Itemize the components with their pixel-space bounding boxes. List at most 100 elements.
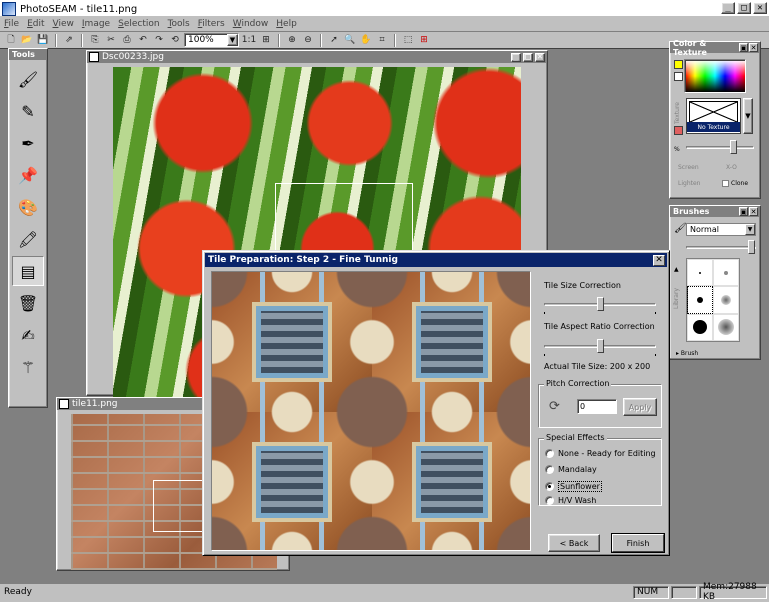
screen-option[interactable]: Screen [678,164,699,171]
fit-window-icon[interactable]: ⊞ [259,34,273,47]
background-color-swatch[interactable] [674,72,683,81]
effect-hv-wash-radio[interactable]: H/V Wash [545,496,596,505]
no-texture-cross-icon [689,101,738,123]
palette-menu-icon[interactable]: ▣ [739,207,748,216]
scan-icon[interactable]: ⇗ [62,34,76,47]
radio-dot[interactable] [545,465,554,474]
pointer-icon[interactable]: ➚ [327,34,341,47]
close-button[interactable]: ✕ [753,2,767,14]
zoom-value: 100% [188,35,214,45]
dialog-title-bar[interactable]: Tile Preparation: Step 2 - Fine Tunnig ✕ [205,253,667,267]
texture-preview[interactable]: No Texture [686,98,741,134]
cut-icon[interactable]: ✂ [104,34,118,47]
zoom-select[interactable]: 100% ▼ [184,33,239,47]
tile-size-slider-thumb[interactable] [597,297,604,311]
tools-palette-title[interactable]: Tools [9,49,47,60]
chevron-down-icon[interactable]: ▼ [743,98,753,134]
pitch-input[interactable]: 0 [577,399,617,414]
effect-none-radio[interactable]: None - Ready for Editing [545,449,656,458]
clone-checkbox[interactable]: Clone [722,180,748,187]
doc-close-button[interactable]: ✕ [535,52,545,62]
clone-stamp-icon[interactable]: ✍ [12,320,44,350]
zoom-out-icon[interactable]: ⊖ [301,34,315,47]
menu-view[interactable]: View [53,19,74,29]
paint-roller-icon[interactable]: ▤ [12,256,44,286]
apply-button[interactable]: Apply [623,398,657,416]
revert-icon[interactable]: ⟲ [168,34,182,47]
pencil-icon[interactable]: ✎ [12,96,44,126]
menu-filters[interactable]: Filters [198,19,225,29]
blend-mode-select[interactable]: Normal ▼ [686,223,756,236]
color-palette-title[interactable]: Color & Texture ▣ ✕ [670,39,760,57]
pushpin-icon[interactable]: 📌 [12,160,44,190]
menu-selection[interactable]: Selection [118,19,159,29]
magnifier-icon[interactable]: 🔍 [343,34,357,47]
undo-icon[interactable]: ↶ [136,34,150,47]
brush-tip[interactable] [687,313,713,341]
menu-file[interactable]: File [4,19,19,29]
select-frame-icon[interactable]: ⬚ [401,34,415,47]
menu-help[interactable]: Help [276,19,297,29]
copy-icon[interactable]: ⎘ [88,34,102,47]
crop-icon[interactable]: ⌗ [375,34,389,47]
airbrush-icon[interactable]: ✒ [12,128,44,158]
foreground-color-swatch[interactable] [674,60,683,69]
brush-tip[interactable] [687,286,713,314]
brush-grid[interactable] [686,258,740,342]
paint-icon[interactable]: 🖍 [12,224,44,254]
brushes-palette-title[interactable]: Brushes ▣ ✕ [670,206,760,217]
brush-tip[interactable] [713,286,739,314]
opacity-slider[interactable] [686,138,754,158]
effect-sunflower-radio[interactable]: Sunflower [545,481,602,492]
tile-size-slider[interactable] [544,295,656,315]
document-title-bar[interactable]: Dsc00233.jpg _ □ ✕ [87,51,547,63]
zoom-in-icon[interactable]: ⊕ [285,34,299,47]
radio-dot[interactable] [545,449,554,458]
open-folder-icon[interactable]: 📂 [20,34,34,47]
maximize-button[interactable]: □ [737,2,751,14]
minimize-button[interactable]: _ [721,2,735,14]
seam-grid-icon[interactable]: ⊞ [417,34,431,47]
palette-close-icon[interactable]: ✕ [749,43,758,52]
palette-close-icon[interactable]: ✕ [749,207,758,216]
menu-window[interactable]: Window [233,19,269,29]
preview-tile [372,272,530,412]
new-file-icon[interactable]: 🗋 [4,34,18,47]
hand-icon[interactable]: ✋ [359,34,373,47]
toolbar-separator [55,33,57,47]
redo-icon[interactable]: ↷ [152,34,166,47]
doc-maximize-button[interactable]: □ [523,52,533,62]
effect-mandalay-radio[interactable]: Mandalay [545,465,597,474]
back-button[interactable]: < Back [548,534,600,552]
brush-icon[interactable]: 🖌 [12,64,44,94]
texture-off-icon[interactable] [674,126,683,135]
scroll-up-icon[interactable]: ▲ [674,266,679,273]
menu-image[interactable]: Image [82,19,110,29]
brush-tip[interactable] [713,313,739,341]
brush-tip[interactable] [713,259,739,287]
palette-menu-icon[interactable]: ▣ [739,43,748,52]
chevron-down-icon[interactable]: ▼ [227,34,238,46]
menu-tools[interactable]: Tools [168,19,190,29]
aspect-ratio-slider-thumb[interactable] [597,339,604,353]
color-spectrum[interactable] [684,59,746,93]
bucket-icon[interactable]: 🗑 [12,288,44,318]
doc-minimize-button[interactable]: _ [511,52,521,62]
opacity-icon: % [674,146,680,153]
save-disk-icon[interactable]: 💾 [36,34,50,47]
aspect-ratio-slider[interactable] [544,337,656,357]
brush-tip[interactable] [687,259,713,287]
xor-option[interactable]: X-O [726,164,737,171]
brush-size-slider[interactable] [686,238,756,258]
finish-button[interactable]: Finish [612,534,664,552]
palette-icon[interactable]: 🎨 [12,192,44,222]
radio-dot[interactable] [545,496,554,505]
wand-icon[interactable]: ⚚ [12,352,44,382]
chevron-down-icon[interactable]: ▼ [745,224,755,235]
lighten-option[interactable]: Lighten [678,180,700,187]
actual-size-button[interactable]: 1:1 [241,34,257,47]
menu-edit[interactable]: Edit [27,19,44,29]
dialog-close-button[interactable]: ✕ [653,254,665,266]
print-icon[interactable]: ⎙ [120,34,134,47]
radio-dot[interactable] [545,482,554,491]
